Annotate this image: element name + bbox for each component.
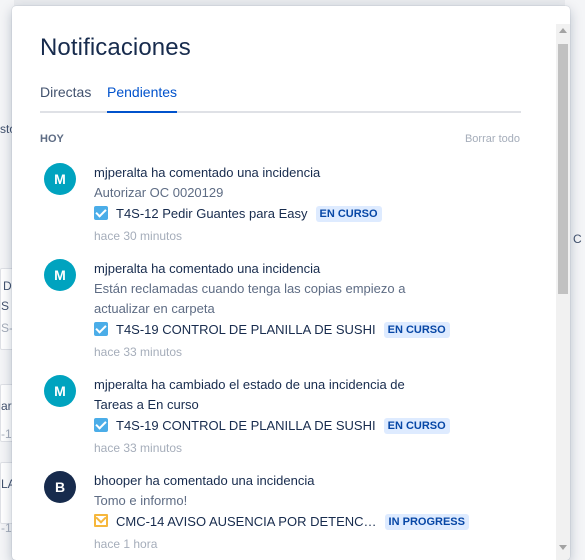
- scroll-up-arrow-icon[interactable]: [559, 28, 567, 33]
- notification-comment: Están reclamadas cuando tenga las copias…: [94, 281, 406, 316]
- avatar[interactable]: B: [44, 471, 76, 503]
- scroll-down-arrow-icon[interactable]: [559, 545, 567, 550]
- status-badge: EN CURSO: [383, 418, 450, 434]
- issue-link[interactable]: CMC-14 AVISO AUSENCIA POR DETENC… IN PROG…: [94, 512, 469, 534]
- avatar[interactable]: M: [44, 375, 76, 407]
- checkbox-icon: [94, 418, 108, 432]
- notification-comment: Tomo e informo!: [94, 493, 188, 508]
- section-label-today: HOY: [40, 133, 64, 145]
- issue-title[interactable]: T4S-12 Pedir Guantes para Easy: [116, 206, 308, 221]
- avatar[interactable]: M: [44, 259, 76, 291]
- scrollbar-thumb[interactable]: [558, 44, 568, 294]
- issue-title[interactable]: T4S-19 CONTROL DE PLANILLA DE SUSHI: [116, 322, 376, 337]
- issue-link[interactable]: T4S-19 CONTROL DE PLANILLA DE SUSHI EN CU…: [94, 320, 450, 342]
- notification-time: hace 1 hora: [94, 537, 158, 551]
- issue-link[interactable]: T4S-12 Pedir Guantes para Easy EN CURSO: [94, 204, 424, 226]
- notification-time: hace 30 minutos: [94, 229, 183, 243]
- notification-headline[interactable]: bhooper ha comentado una incidencia: [94, 471, 424, 491]
- avatar[interactable]: M: [44, 163, 76, 195]
- notification-tabs: Directas Pendientes: [40, 83, 521, 113]
- clear-all-link[interactable]: Borrar todo: [465, 133, 520, 145]
- notification-headline[interactable]: mjperalta ha comentado una incidencia: [94, 163, 424, 183]
- notifications-panel: Notificaciones Directas Pendientes HOY B…: [12, 6, 570, 560]
- issue-title[interactable]: CMC-14 AVISO AUSENCIA POR DETENC…: [116, 514, 377, 529]
- mail-icon: [94, 514, 108, 527]
- notification-time: hace 33 minutos: [94, 441, 183, 455]
- issue-link[interactable]: T4S-19 CONTROL DE PLANILLA DE SUSHI EN CU…: [94, 416, 450, 438]
- panel-title: Notificaciones: [40, 34, 191, 61]
- issue-title[interactable]: T4S-19 CONTROL DE PLANILLA DE SUSHI: [116, 418, 376, 433]
- checkbox-icon: [94, 322, 108, 336]
- status-badge: EN CURSO: [315, 206, 382, 222]
- status-badge: EN CURSO: [383, 322, 450, 338]
- notification-headline[interactable]: mjperalta ha cambiado el estado de una i…: [94, 375, 424, 415]
- status-badge: IN PROGRESS: [384, 514, 469, 530]
- tab-pendientes[interactable]: Pendientes: [107, 83, 178, 113]
- notification-time: hace 33 minutos: [94, 345, 183, 359]
- checkbox-icon: [94, 206, 108, 220]
- tab-directas[interactable]: Directas: [40, 83, 91, 111]
- notification-headline[interactable]: mjperalta ha comentado una incidencia: [94, 259, 424, 279]
- notification-comment: Autorizar OC 0020129: [94, 185, 224, 200]
